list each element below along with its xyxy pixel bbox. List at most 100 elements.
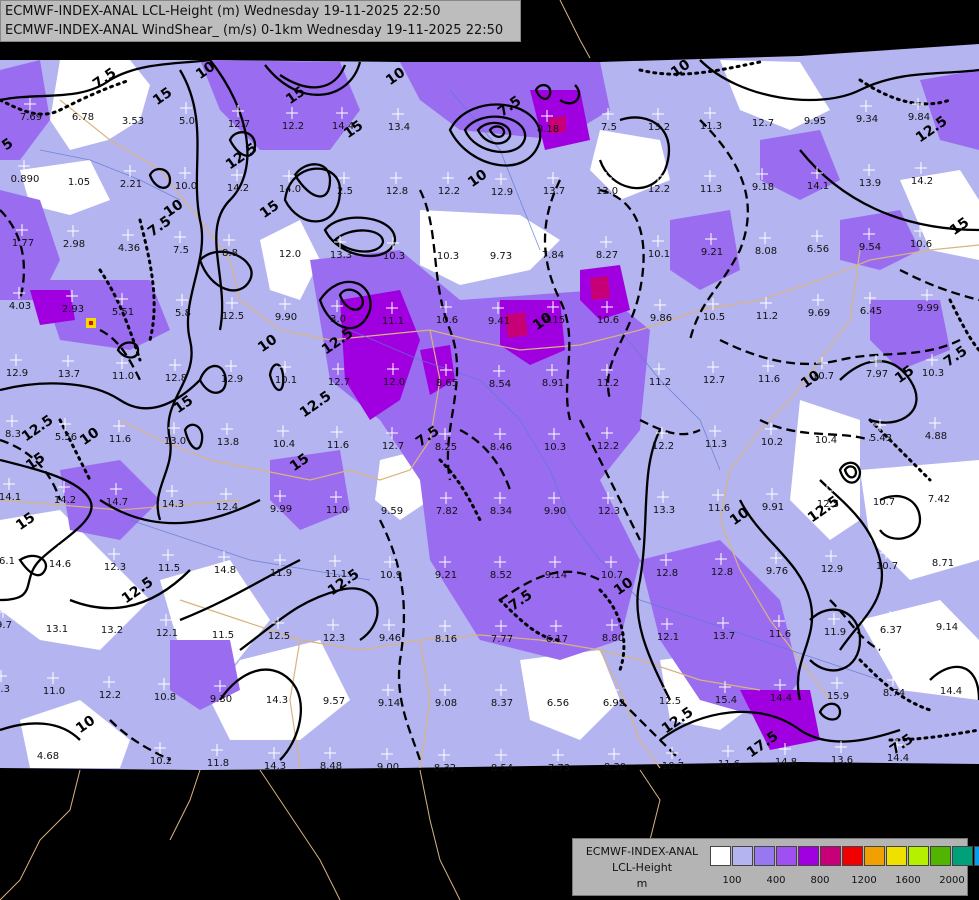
value-label: 12.5 [659,696,681,707]
value-label: 9.14 [378,698,400,709]
value-label: 11.3 [705,439,727,450]
value-label: 13.2 [101,625,123,636]
value-label: 7.97 [866,369,888,380]
value-label: 7.77 [491,634,513,645]
header-title-lcl: ECMWF-INDEX-ANAL LCL-Height (m) Wednesda… [5,4,441,19]
value-label: 8.27 [596,250,618,261]
value-label: 8.16 [435,634,457,645]
value-label: 12.2 [99,690,121,701]
legend-title-model: ECMWF-INDEX-ANAL [585,845,699,858]
legend-tick-label: 400 [766,875,786,886]
value-label: 9.91 [762,502,784,513]
value-label: 10.9 [380,570,402,581]
value-label: 12.1 [156,628,178,639]
value-label: 14.4 [940,686,962,697]
value-label: 12.5 [222,311,244,322]
value-label: 13.3 [330,250,352,261]
value-label: 8.46 [490,442,512,453]
value-label: 9.57 [323,696,345,707]
legend-swatches [710,846,979,866]
legend-tick-label: 2000 [939,875,965,886]
value-label: 13.3 [653,505,675,516]
legend-swatch [798,846,819,866]
value-label: 10.3 [437,251,459,262]
value-label: 11.6 [109,434,131,445]
value-label: 14.4 [770,693,792,704]
value-label: 8.3 [0,684,10,695]
value-label: 11.0 [112,371,134,382]
value-label: 10.2 [761,437,783,448]
value-label: 9.99 [270,504,292,515]
value-label: 9.90 [544,506,566,517]
value-label: 8.71 [932,558,954,569]
value-label: 11.5 [158,563,180,574]
value-label: 10.1 [275,375,297,386]
value-label: 11.2 [756,311,778,322]
value-label: 0.890 [11,174,40,185]
value-label: 3.0 [330,314,346,325]
value-label: 12.9 [6,368,28,379]
value-label: 6.56 [547,698,569,709]
color-legend: ECMWF-INDEX-ANAL LCL-Height m 100 400 800 1… [572,838,979,896]
value-label: 4.68 [37,751,59,762]
value-label: 14.1 [807,181,829,192]
legend-swatch [952,846,973,866]
value-label: 9.18 [752,182,774,193]
legend-tick-label: 100 [722,875,742,886]
value-label: 11.6 [708,503,730,514]
value-label: 14.2 [227,183,249,194]
value-label: 12.3 [104,562,126,573]
value-label: 11.6 [769,629,791,640]
value-label: 9.41 [488,316,510,327]
legend-ticks: 100 400 800 1200 1600 2000 [710,875,970,891]
value-label: 6.45 [860,306,882,317]
value-label: 8.54 [489,379,511,390]
value-label: 8.34 [490,506,512,517]
value-label: 8.25 [435,442,457,453]
value-label: 9.7 [0,620,12,631]
value-label: 1.77 [12,238,34,249]
value-label: 4.03 [9,301,31,312]
value-label: 11.6 [718,759,740,770]
value-label: 11.5 [212,630,234,641]
value-label: 9.21 [435,570,457,581]
value-label: 8.30 [604,762,626,773]
value-label: 5.43 [870,433,892,444]
value-label: 13.8 [217,437,239,448]
value-label: 11.3 [700,121,722,132]
value-label: 12.2 [282,121,304,132]
value-label: 7.5 [601,122,617,133]
value-label: 11.3 [700,184,722,195]
legend-swatch [908,846,929,866]
value-label: 7.42 [928,494,950,505]
value-label: 14.1 [0,492,21,503]
legend-swatch [886,846,907,866]
value-label: 4.88 [925,431,947,442]
value-label: 7.84 [542,250,564,261]
value-label: 10.6 [436,315,458,326]
legend-tick-label: 1600 [895,875,921,886]
value-label: 7.73 [548,763,570,774]
value-label: 10.6 [910,239,932,250]
value-label: 4.36 [118,243,140,254]
value-label: 12.2 [648,184,670,195]
value-label: 9.34 [856,114,878,125]
value-label: 8.48 [320,761,342,772]
value-label: 12.7 [703,375,725,386]
value-label: 12.7 [228,119,250,130]
legend-swatch [776,846,797,866]
value-label: 6.92 [603,698,625,709]
value-label: 10.5 [703,312,725,323]
legend-tick-label: 1200 [851,875,877,886]
value-label: 13.7 [58,369,80,380]
value-label: 12.2 [438,186,460,197]
value-label: 14.3 [162,499,184,510]
value-label: 8.52 [490,570,512,581]
value-label: 12.7 [328,377,350,388]
value-label: 3.53 [122,116,144,127]
legend-swatch [710,846,731,866]
value-label: 8.8 [222,248,238,259]
value-label: 12.8 [711,567,733,578]
value-label: 10.7 [876,561,898,572]
value-label: 10.4 [815,435,837,446]
